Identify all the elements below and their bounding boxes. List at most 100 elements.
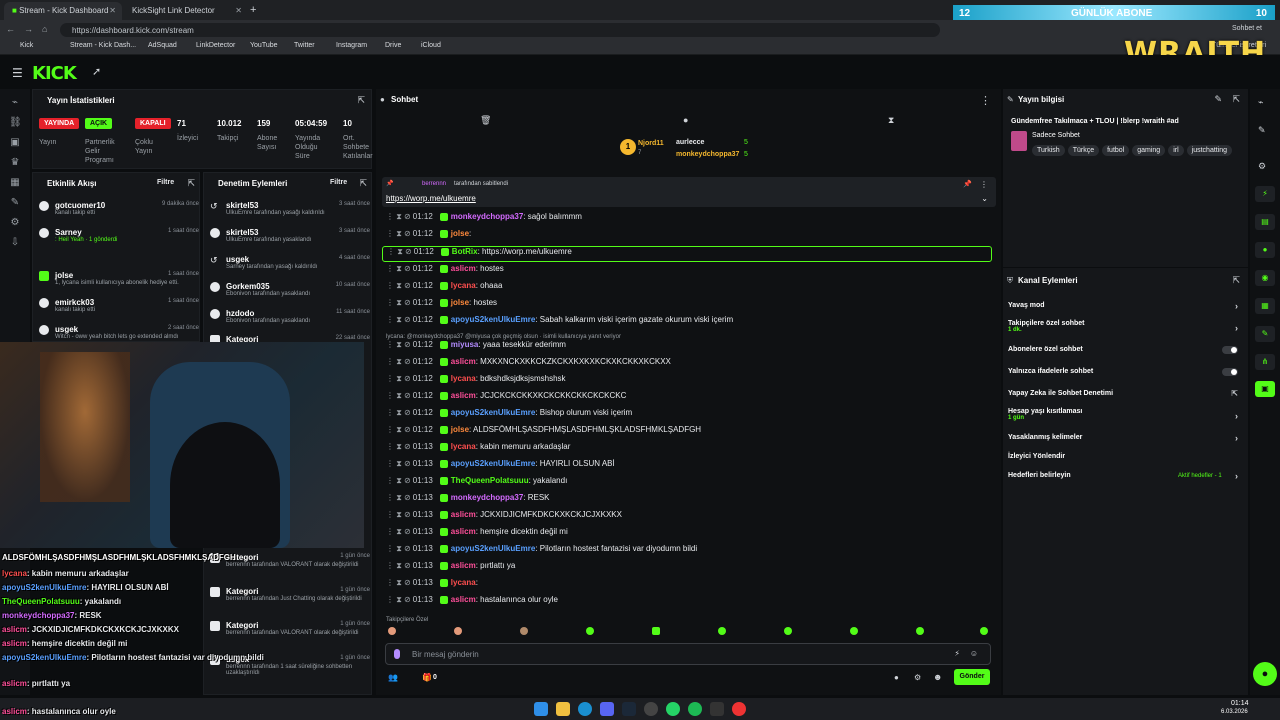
- tab-link-detector[interactable]: KickSight Link Detector ✕: [124, 2, 248, 20]
- pin-icon[interactable]: ➚: [92, 65, 101, 78]
- highlight-button[interactable]: ▣: [1255, 381, 1275, 397]
- bookmark-item[interactable]: AdSquad: [148, 42, 177, 49]
- message-user[interactable]: lycana: [451, 374, 476, 383]
- popout-icon[interactable]: ⇱: [1232, 275, 1240, 286]
- account-age-row[interactable]: Hesap yaşı kısıtlaması 1 gün ›: [1008, 408, 1238, 421]
- tag-item[interactable]: Turkish: [1032, 145, 1065, 156]
- close-icon[interactable]: ✕: [235, 6, 242, 15]
- mod-actions-icon[interactable]: ⋮ ⧗ ⊘: [386, 264, 411, 273]
- chat-message[interactable]: ⋮ ⧗ ⊘ 01:12 miyusa: yaaa tesekkür ederimm: [386, 340, 986, 356]
- bookmark-item[interactable]: Stream - Kick Dash...: [70, 42, 136, 49]
- close-icon[interactable]: ✕: [109, 6, 116, 15]
- popout-icon[interactable]: ⇱: [1232, 94, 1240, 105]
- chat-message[interactable]: ⋮ ⧗ ⊘ 01:13 TheQueenPolatsuuu: yakalandı: [386, 476, 986, 492]
- chat-message[interactable]: ⋮ ⧗ ⊘ 01:13 lycana:: [386, 578, 986, 594]
- emote-icon[interactable]: [916, 627, 924, 635]
- tag-item[interactable]: Türkçe: [1067, 145, 1100, 156]
- explorer-icon[interactable]: [556, 702, 570, 716]
- mod-actions-icon[interactable]: ⋮ ⧗ ⊘: [386, 510, 411, 519]
- kick-logo[interactable]: KICK: [32, 63, 77, 84]
- message-user[interactable]: aslicm: [451, 561, 476, 570]
- chat-message[interactable]: ⋮ ⧗ ⊘ 01:12 jolse: ALDSFÖMHLŞASDFHMŞLASDFH…: [386, 425, 986, 441]
- edit-icon[interactable]: ✎: [1214, 94, 1222, 105]
- message-user[interactable]: jolse: [451, 298, 469, 307]
- mod-actions-icon[interactable]: ⋮ ⧗ ⊘: [386, 229, 411, 238]
- stream-icon[interactable]: ⌁: [1258, 97, 1263, 108]
- message-user[interactable]: apoyuS2kenUlkuEmre: [451, 315, 535, 324]
- tag-item[interactable]: irl: [1168, 145, 1184, 156]
- raid-row[interactable]: İzleyici Yönlendir: [1008, 453, 1238, 460]
- pencil-icon[interactable]: ✎: [1258, 125, 1266, 136]
- chat-message[interactable]: ⋮ ⧗ ⊘ 01:13 aslicm: hemşire dicektin değil…: [386, 527, 986, 543]
- bookmark-item[interactable]: Twitter: [294, 42, 315, 49]
- chat-message[interactable]: ⋮ ⧗ ⊘ 01:13 lycana: kabin memuru arkadaşla…: [386, 442, 986, 458]
- community-icon[interactable]: ▣: [9, 137, 21, 149]
- trophy-icon[interactable]: ♛: [9, 157, 21, 169]
- mod-actions-icon[interactable]: ⋮ ⧗ ⊘: [386, 561, 411, 570]
- bookmark-item[interactable]: Instagram: [336, 42, 367, 49]
- emote-icon[interactable]: [454, 627, 462, 635]
- link-icon[interactable]: ⛓: [9, 117, 22, 129]
- help-chat-icon[interactable]: ●: [1253, 662, 1277, 686]
- message-user[interactable]: jolse: [451, 229, 469, 238]
- goals-row[interactable]: Hedefleri belirleyin Aktif hedefler - 1 ›: [1008, 471, 1238, 481]
- emote-only-toggle[interactable]: [1222, 368, 1238, 376]
- message-user[interactable]: TheQueenPolatsuuu: [451, 476, 529, 485]
- followers-only-row[interactable]: Takipçilere özel sohbet 1 dk. ›: [1008, 320, 1238, 333]
- message-user[interactable]: aslicm: [451, 357, 476, 366]
- app-icon[interactable]: [732, 702, 746, 716]
- ai-moderation-row[interactable]: Yapay Zeka ile Sohbet Denetimi ⇱: [1008, 389, 1238, 398]
- emote-icon[interactable]: [388, 627, 396, 635]
- mod-actions-icon[interactable]: ⋮ ⧗ ⊘: [386, 595, 411, 604]
- mod-actions-icon[interactable]: ⋮ ⧗ ⊘: [386, 408, 411, 417]
- mod-actions-icon[interactable]: ⋮ ⧗ ⊘: [386, 442, 411, 451]
- message-user[interactable]: aslicm: [451, 264, 476, 273]
- message-user[interactable]: monkeydchoppa37: [451, 493, 523, 502]
- mod-actions-icon[interactable]: ⋮ ⧗ ⊘: [386, 298, 411, 307]
- bolt-icon[interactable]: ⚡: [954, 649, 960, 658]
- emote-icon[interactable]: [784, 627, 792, 635]
- chat-message[interactable]: ⋮ ⧗ ⊘ 01:12 lycana: bdkshdksjdksjsmshshsk: [386, 374, 986, 390]
- message-user[interactable]: aslicm: [451, 510, 476, 519]
- app-icon[interactable]: [710, 702, 724, 716]
- trash-icon[interactable]: 🗑: [480, 115, 491, 126]
- mod-actions-icon[interactable]: ⋮ ⧗ ⊘: [386, 459, 411, 468]
- send-button[interactable]: Gönder: [954, 669, 990, 685]
- mic-icon[interactable]: [394, 649, 400, 659]
- emote-icon[interactable]: [652, 627, 660, 635]
- mod-actions-icon[interactable]: ⋮ ⧗ ⊘: [386, 374, 411, 383]
- filter-button[interactable]: Filtre: [330, 179, 347, 186]
- tag-item[interactable]: futbol: [1102, 145, 1130, 156]
- spotify-icon[interactable]: [688, 702, 702, 716]
- chat-button[interactable]: ●: [1255, 242, 1275, 258]
- more-icon[interactable]: ⋮: [980, 94, 991, 107]
- new-tab-button[interactable]: +: [250, 4, 256, 16]
- chat-message[interactable]: ⋮ ⧗ ⊘ 01:12 apoyuS2kenUlkuEmre: Sabah kalk…: [386, 315, 986, 331]
- media-icon[interactable]: ▦: [9, 177, 21, 189]
- mod-actions-icon[interactable]: ⋮ ⧗ ⊘: [386, 527, 411, 536]
- whatsapp-icon[interactable]: [666, 702, 680, 716]
- slow-mode-row[interactable]: Yavaş mod ›: [1008, 301, 1238, 311]
- share-button[interactable]: ⋔: [1255, 354, 1275, 370]
- mod-actions-icon[interactable]: ⋮ ⧗ ⊘: [386, 476, 411, 485]
- chat-message[interactable]: ⋮ ⧗ ⊘ 01:12 BotRix: https://worp.me/ulkuem…: [382, 246, 992, 262]
- mod-actions-icon[interactable]: ⋮ ⧗ ⊘: [386, 544, 411, 553]
- message-user[interactable]: apoyuS2kenUlkuEmre: [451, 459, 535, 468]
- discord-icon[interactable]: [600, 702, 614, 716]
- tab-kick-dashboard[interactable]: ■ Stream - Kick Dashboard ✕: [4, 2, 122, 20]
- mod-actions-icon[interactable]: ⋮ ⧗ ⊘: [386, 391, 411, 400]
- tools-icon[interactable]: ✎: [9, 197, 21, 209]
- wrench-button[interactable]: ✎: [1255, 326, 1275, 342]
- emote-icon[interactable]: [520, 627, 528, 635]
- menu-icon[interactable]: ☰: [12, 66, 23, 80]
- message-user[interactable]: BotRix: [452, 247, 478, 256]
- hourglass-icon[interactable]: ⧗: [888, 115, 894, 126]
- chat-input[interactable]: Bir mesaj gönderin ⚡ ☺: [385, 643, 991, 665]
- stream-icon[interactable]: ⌁: [9, 97, 21, 109]
- chat-message[interactable]: ⋮ ⧗ ⊘ 01:13 aslicm: JCKXIDJICMFKDKCKXKCKJC…: [386, 510, 986, 526]
- chat-settings-icon[interactable]: ●: [894, 673, 899, 682]
- gear-icon[interactable]: ⚙: [914, 673, 921, 682]
- chat-message[interactable]: ⋮ ⧗ ⊘ 01:12 apoyuS2kenUlkuEmre: Bishop olu…: [386, 408, 986, 424]
- steam-icon[interactable]: [622, 702, 636, 716]
- emote-icon[interactable]: [850, 627, 858, 635]
